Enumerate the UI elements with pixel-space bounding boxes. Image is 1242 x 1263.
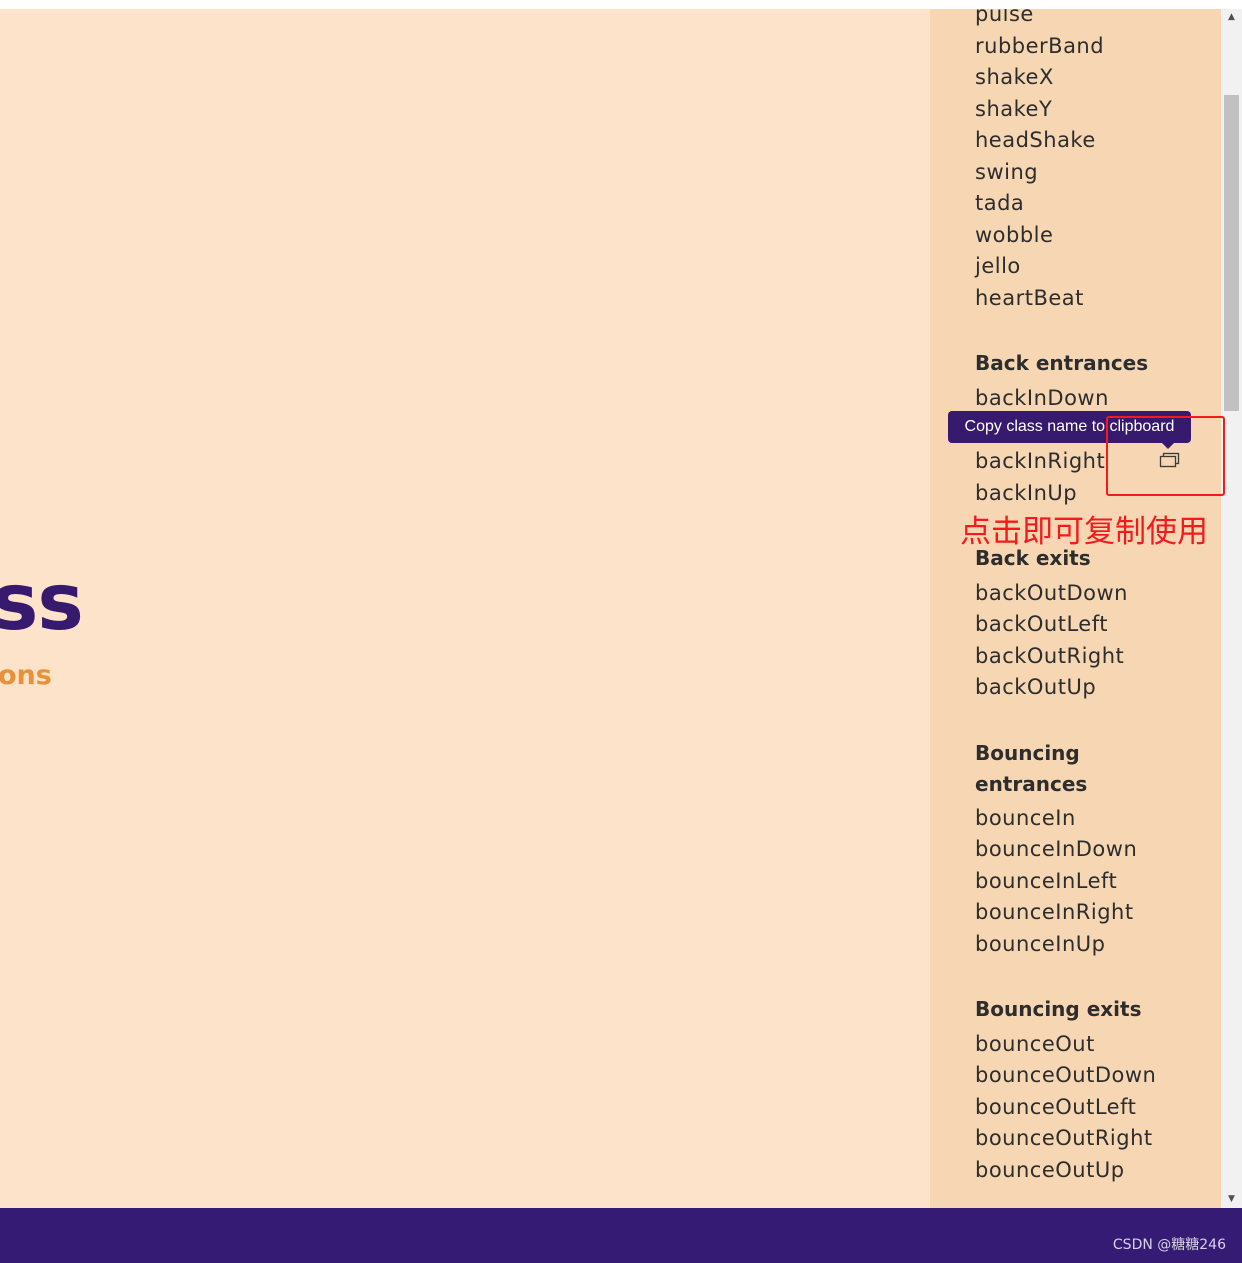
anim-item-backoutright[interactable]: backOutRight bbox=[975, 643, 1124, 669]
anim-item-bounceoutleft[interactable]: bounceOutLeft bbox=[975, 1094, 1136, 1120]
hero-title: ss bbox=[0, 558, 84, 648]
scrollbar-thumb[interactable] bbox=[1224, 95, 1239, 411]
anim-item-rubberband[interactable]: rubberBand bbox=[975, 33, 1104, 59]
anim-item-bounceout[interactable]: bounceOut bbox=[975, 1031, 1095, 1057]
annotation-text: 点击即可复制使用 bbox=[960, 514, 1208, 550]
hero-subtitle: ons bbox=[0, 660, 52, 691]
anim-item-bounceindown[interactable]: bounceInDown bbox=[975, 836, 1137, 862]
anim-item-tada[interactable]: tada bbox=[975, 190, 1024, 216]
anim-item-wobble[interactable]: wobble bbox=[975, 222, 1053, 248]
main-content: ss ons bbox=[0, 9, 930, 1208]
watermark: CSDN @糖糖246 bbox=[1112, 1237, 1226, 1253]
anim-item-shakey[interactable]: shakeY bbox=[975, 96, 1052, 122]
anim-item-bouncein[interactable]: bounceIn bbox=[975, 805, 1076, 831]
anim-item-bounceinright[interactable]: bounceInRight bbox=[975, 899, 1134, 925]
anim-item-bounceinup[interactable]: bounceInUp bbox=[975, 931, 1105, 957]
scroll-down-arrow-icon[interactable]: ▼ bbox=[1221, 1191, 1242, 1208]
anim-item-headshake[interactable]: headShake bbox=[975, 127, 1096, 153]
anim-item-swing[interactable]: swing bbox=[975, 159, 1038, 185]
footer-bar: CSDN @糖糖246 bbox=[0, 1208, 1242, 1263]
anim-item-backoutup[interactable]: backOutUp bbox=[975, 674, 1096, 700]
group-heading-bouncing-exits: Bouncing exits bbox=[975, 997, 1142, 1021]
anim-item-bounceoutup[interactable]: bounceOutUp bbox=[975, 1157, 1125, 1183]
anim-item-backoutleft[interactable]: backOutLeft bbox=[975, 611, 1108, 637]
anim-item-backinup[interactable]: backInUp bbox=[975, 480, 1077, 506]
group-heading-back-entrances: Back entrances bbox=[975, 351, 1149, 375]
anim-item-backoutdown[interactable]: backOutDown bbox=[975, 580, 1128, 606]
group-heading-bouncing-entrances: Bouncing entrances bbox=[975, 741, 1088, 796]
anim-item-jello[interactable]: jello bbox=[975, 253, 1021, 279]
anim-item-backinright[interactable]: backInRight bbox=[975, 448, 1105, 474]
anim-item-bounceoutright[interactable]: bounceOutRight bbox=[975, 1125, 1153, 1151]
scroll-up-arrow-icon[interactable]: ▲ bbox=[1221, 9, 1242, 26]
vertical-scrollbar[interactable]: ▲ ▼ bbox=[1221, 9, 1242, 1208]
anim-item-pulse[interactable]: pulse bbox=[975, 9, 1034, 27]
animation-sidebar: pulse rubberBand shakeX shakeY headShake… bbox=[930, 9, 1221, 1208]
anim-item-heartbeat[interactable]: heartBeat bbox=[975, 285, 1084, 311]
anim-item-bounceinleft[interactable]: bounceInLeft bbox=[975, 868, 1117, 894]
anim-item-shakex[interactable]: shakeX bbox=[975, 64, 1054, 90]
anim-item-bounceoutdown[interactable]: bounceOutDown bbox=[975, 1062, 1156, 1088]
highlight-box bbox=[1106, 416, 1225, 496]
anim-item-backindown[interactable]: backInDown bbox=[975, 385, 1109, 411]
